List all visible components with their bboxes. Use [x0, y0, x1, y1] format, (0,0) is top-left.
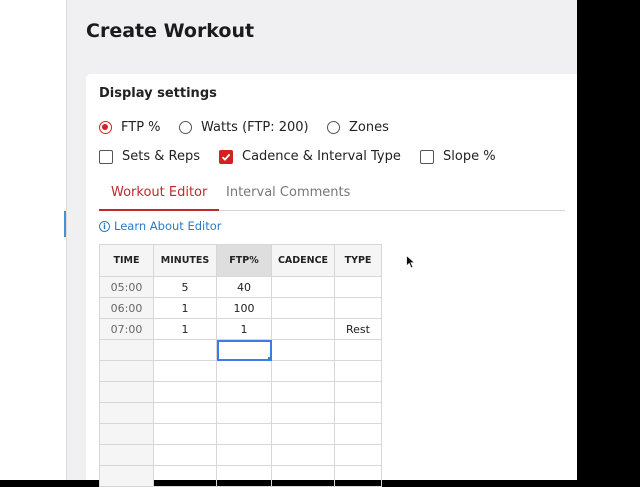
time-cell: 05:00 [99, 276, 154, 298]
tab-workout-editor[interactable]: Workout Editor [99, 186, 220, 211]
main-page: Create Workout Display settings FTP % Wa… [66, 0, 577, 487]
ftp-cell[interactable] [216, 423, 272, 445]
cadence-cell[interactable] [271, 465, 335, 487]
cadence-cell[interactable] [271, 423, 335, 445]
checkbox-unchecked-icon [99, 149, 113, 164]
checkbox-label: Cadence & Interval Type [242, 149, 401, 164]
time-cell [99, 402, 154, 424]
type-cell[interactable] [334, 423, 382, 445]
checkbox-sets-reps[interactable]: Sets & Reps [99, 149, 200, 164]
type-cell[interactable] [334, 339, 382, 361]
minutes-cell[interactable] [153, 360, 217, 382]
column-header-cadence[interactable]: CADENCE [271, 244, 335, 277]
checkbox-label: Slope % [443, 149, 496, 164]
cadence-cell[interactable] [271, 276, 335, 298]
minutes-cell[interactable] [153, 444, 217, 466]
checkbox-slope-percent[interactable]: Slope % [420, 149, 496, 164]
column-header-type[interactable]: TYPE [334, 244, 382, 277]
type-cell[interactable] [334, 444, 382, 466]
table-row-empty [99, 465, 382, 487]
table-row-empty [99, 339, 382, 361]
column-header-minutes[interactable]: MINUTES [153, 244, 217, 277]
time-cell [99, 444, 154, 466]
column-header-ftp-percent[interactable]: FTP% [216, 244, 272, 277]
ftp-cell[interactable]: 100 [216, 297, 272, 319]
checkbox-label: Sets & Reps [122, 149, 200, 164]
minutes-cell[interactable] [153, 402, 217, 424]
time-cell [99, 360, 154, 382]
cadence-cell[interactable] [271, 339, 335, 361]
type-cell[interactable] [334, 381, 382, 403]
checkbox-cadence-interval-type[interactable]: Cadence & Interval Type [219, 149, 401, 164]
table-row-empty [99, 381, 382, 403]
table-row-empty [99, 423, 382, 445]
ftp-cell[interactable] [216, 465, 272, 487]
table-row: 07:00 1 1 Rest [99, 318, 382, 340]
minutes-cell[interactable] [153, 465, 217, 487]
grid-header-row: TIME MINUTES FTP% CADENCE TYPE [99, 244, 382, 277]
ftp-cell[interactable] [216, 402, 272, 424]
editor-tabs: Workout Editor Interval Comments [99, 182, 565, 211]
table-row-empty [99, 360, 382, 382]
table-row: 05:00 5 40 [99, 276, 382, 298]
type-cell[interactable] [334, 465, 382, 487]
time-cell [99, 381, 154, 403]
left-panel-edge [0, 0, 66, 480]
minutes-cell[interactable]: 1 [153, 297, 217, 319]
minutes-cell[interactable]: 5 [153, 276, 217, 298]
type-cell[interactable] [334, 402, 382, 424]
minutes-cell[interactable] [153, 381, 217, 403]
learn-about-editor-link[interactable]: i Learn About Editor [99, 219, 222, 233]
radio-label: Zones [349, 120, 389, 135]
table-row-empty [99, 402, 382, 424]
time-cell [99, 465, 154, 487]
minutes-cell[interactable]: 1 [153, 318, 217, 340]
workout-editor-grid: TIME MINUTES FTP% CADENCE TYPE 05:00 5 4… [99, 244, 382, 487]
column-header-time[interactable]: TIME [99, 244, 154, 277]
cadence-cell[interactable] [271, 297, 335, 319]
radio-zones[interactable]: Zones [327, 120, 389, 135]
info-icon: i [99, 220, 110, 232]
ftp-cell[interactable]: 1 [216, 318, 272, 340]
display-settings-title: Display settings [99, 86, 217, 101]
ftp-cell-selected[interactable] [216, 339, 272, 361]
mouse-cursor-icon [406, 255, 416, 269]
table-row-empty [99, 444, 382, 466]
ftp-cell[interactable] [216, 360, 272, 382]
checkbox-checked-icon [219, 149, 233, 164]
type-cell[interactable] [334, 276, 382, 298]
time-cell: 07:00 [99, 318, 154, 340]
checkbox-unchecked-icon [420, 149, 434, 164]
cadence-cell[interactable] [271, 360, 335, 382]
cadence-cell[interactable] [271, 402, 335, 424]
time-cell [99, 423, 154, 445]
radio-checked-icon [99, 121, 112, 134]
type-cell[interactable] [334, 360, 382, 382]
minutes-cell[interactable] [153, 423, 217, 445]
type-cell[interactable]: Rest [334, 318, 382, 340]
minutes-cell[interactable] [153, 339, 217, 361]
tab-interval-comments[interactable]: Interval Comments [214, 186, 362, 209]
time-cell: 06:00 [99, 297, 154, 319]
workout-card: Display settings FTP % Watts (FTP: 200) … [86, 74, 577, 487]
radio-unchecked-icon [327, 121, 340, 134]
ftp-cell[interactable] [216, 444, 272, 466]
ftp-cell[interactable] [216, 381, 272, 403]
cadence-cell[interactable] [271, 381, 335, 403]
radio-label: Watts (FTP: 200) [201, 120, 309, 135]
radio-ftp-percent[interactable]: FTP % [99, 120, 161, 135]
type-cell[interactable] [334, 297, 382, 319]
radio-label: FTP % [121, 120, 161, 135]
page-title: Create Workout [86, 20, 255, 42]
table-row: 06:00 1 100 [99, 297, 382, 319]
cadence-cell[interactable] [271, 318, 335, 340]
cadence-cell[interactable] [271, 444, 335, 466]
radio-watts[interactable]: Watts (FTP: 200) [179, 120, 309, 135]
ftp-cell[interactable]: 40 [216, 276, 272, 298]
radio-unchecked-icon [179, 121, 192, 134]
time-cell [99, 339, 154, 361]
learn-link-label: Learn About Editor [114, 219, 222, 233]
